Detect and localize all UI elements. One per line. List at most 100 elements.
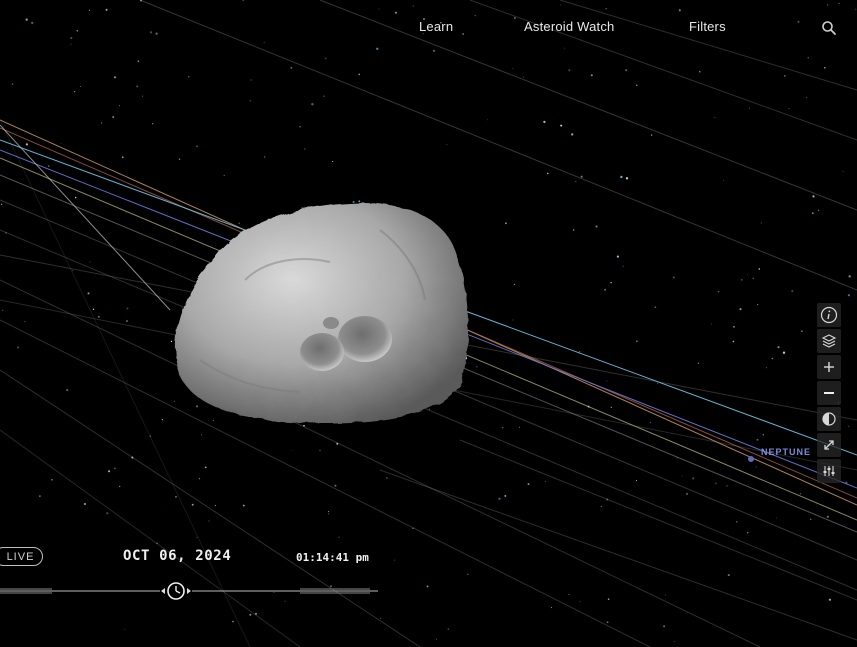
star xyxy=(97,315,100,318)
star xyxy=(501,426,504,429)
star xyxy=(610,281,612,284)
zoom-out-icon[interactable] xyxy=(817,381,841,405)
star xyxy=(697,362,700,364)
star xyxy=(649,421,651,423)
planet-label-neptune[interactable]: NEPTUNE xyxy=(761,447,811,457)
nav-learn[interactable]: Learn xyxy=(419,19,453,34)
asteroid-model[interactable] xyxy=(175,202,469,424)
star xyxy=(616,255,620,258)
star xyxy=(692,477,695,480)
star xyxy=(636,84,638,86)
star xyxy=(663,625,665,628)
search-icon[interactable] xyxy=(821,20,837,36)
star xyxy=(327,513,330,515)
top-navigation: Learn Asteroid Watch Filters xyxy=(0,0,857,56)
star xyxy=(606,621,609,624)
star xyxy=(25,143,29,146)
neptune-marker[interactable] xyxy=(748,456,754,462)
star xyxy=(174,400,176,402)
star xyxy=(242,504,245,507)
star xyxy=(650,134,653,136)
star xyxy=(334,484,337,487)
star xyxy=(188,76,190,78)
star xyxy=(801,330,803,333)
contrast-icon[interactable] xyxy=(817,407,841,431)
star xyxy=(717,290,720,293)
star xyxy=(568,594,570,596)
star xyxy=(595,225,598,228)
star xyxy=(83,502,87,506)
layers-icon[interactable] xyxy=(817,329,841,353)
star xyxy=(791,290,794,293)
star xyxy=(672,276,675,279)
fullscreen-icon[interactable] xyxy=(817,433,841,457)
star xyxy=(572,229,575,231)
star xyxy=(752,277,754,279)
current-time[interactable]: 01:14:41 pm xyxy=(296,551,369,564)
star xyxy=(604,288,607,291)
star xyxy=(118,105,120,107)
star xyxy=(311,103,314,106)
star xyxy=(848,275,851,278)
star xyxy=(571,133,574,136)
star xyxy=(92,308,95,311)
star xyxy=(87,292,90,295)
star xyxy=(758,268,761,270)
star xyxy=(126,307,129,310)
star xyxy=(809,518,812,521)
star xyxy=(124,628,126,630)
settings-sliders-icon[interactable] xyxy=(817,459,841,483)
star xyxy=(386,477,388,479)
star xyxy=(543,120,546,124)
info-icon[interactable] xyxy=(817,303,841,327)
space-viewport[interactable]: Learn Asteroid Watch Filters NEPTUNE LIV… xyxy=(0,0,857,647)
star xyxy=(817,209,820,211)
star xyxy=(783,74,786,77)
star xyxy=(777,346,780,349)
star xyxy=(170,340,173,343)
star xyxy=(112,115,115,119)
star xyxy=(590,74,593,77)
star xyxy=(847,294,851,297)
live-label: LIVE xyxy=(6,550,35,563)
star xyxy=(610,406,612,408)
star xyxy=(812,195,815,198)
star xyxy=(547,172,549,175)
star xyxy=(426,585,429,588)
star xyxy=(657,383,659,385)
star xyxy=(204,466,207,469)
star xyxy=(446,144,448,146)
current-date[interactable]: OCT 06, 2024 xyxy=(123,548,231,564)
star xyxy=(114,467,116,470)
star xyxy=(748,107,750,109)
star xyxy=(200,434,203,436)
star xyxy=(636,340,638,343)
star xyxy=(11,83,14,85)
star xyxy=(736,521,738,523)
star xyxy=(136,85,139,88)
star xyxy=(323,95,325,97)
clock-icon[interactable] xyxy=(160,582,192,602)
star xyxy=(600,506,602,508)
star xyxy=(625,69,628,72)
live-button[interactable]: LIVE xyxy=(0,547,43,566)
star xyxy=(113,76,117,79)
nav-filters[interactable]: Filters xyxy=(689,19,726,34)
star xyxy=(66,389,69,392)
zoom-in-icon[interactable] xyxy=(817,355,841,379)
nav-asteroid-watch[interactable]: Asteroid Watch xyxy=(524,19,614,34)
star xyxy=(512,319,514,321)
star xyxy=(73,90,76,93)
star xyxy=(807,57,809,59)
star xyxy=(607,598,610,600)
star xyxy=(575,181,577,183)
star xyxy=(476,366,478,368)
star xyxy=(805,96,808,99)
star xyxy=(178,158,181,160)
star xyxy=(198,478,201,480)
star xyxy=(358,200,361,203)
star xyxy=(654,306,657,309)
star xyxy=(739,308,742,311)
star xyxy=(106,512,109,515)
star xyxy=(727,574,730,577)
